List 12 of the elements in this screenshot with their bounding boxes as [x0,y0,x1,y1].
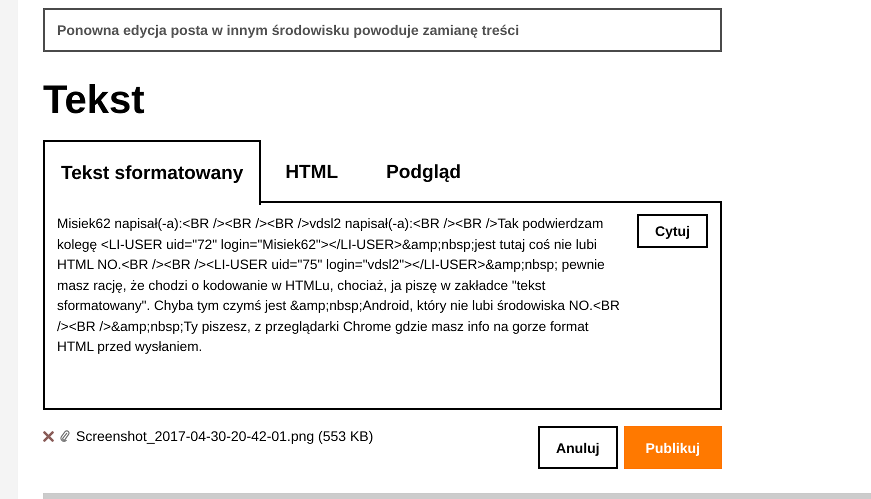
post-text: Misiek62 napisał(-a):<BR /><BR /><BR />vdsl2 napisał(-a):<BR /><BR />Tak podwierdzam kolegę <LI-USER uid="72" login="Misiek62"></LI-USER>&amp;nbsp;jest tutaj coś nie lubi HTML NO.<BR /><BR /><LI-USER uid="75" login="vdsl2"></LI-USER>&amp;nbsp; pewnie masz rację, że chodzi o kodowanie w HTMLu, chociaż, ja piszę w zakładce "tekst sformatowany". Chyba tym czymś jest &amp;nbsp;Android, który nie lubi środowiska NO.<BR /><BR />&amp;nbsp;Ty piszesz, z przeglądarki Chrome gdzie masz info na gorze format HTML przed wysłaniem. [57,215,621,356]
editor-area[interactable] [43,201,722,410]
section-heading: Tekst [43,78,146,124]
editor-tab[interactable]: Tekst sformatowany [43,140,262,205]
remove-icon[interactable] [43,430,54,442]
quote-button[interactable]: Cytuj [637,214,708,248]
cancel-button[interactable]: Anuluj [538,426,618,469]
editor-tab[interactable]: HTML [261,140,362,203]
attachment-name: Screenshot_2017-04-30-20-42-01.png (553 KB) [76,428,374,444]
subject-field[interactable]: Ponowna edycja posta w innym środowisku powoduje zamianę treści [43,8,722,52]
editor-tab[interactable]: Podgląd [362,140,486,203]
paperclip-icon [60,430,70,442]
